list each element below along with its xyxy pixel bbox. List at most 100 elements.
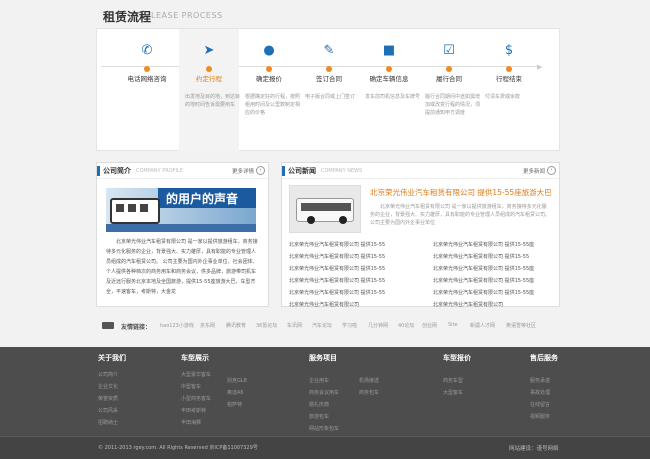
step-desc: 电子版合同或上门签订 — [305, 94, 356, 100]
footer-link[interactable]: 网站形象包车 — [309, 425, 339, 432]
friend-link[interactable]: 新疆人才网 — [470, 322, 495, 329]
footer-link[interactable]: 事故处理 — [530, 389, 550, 396]
step-6[interactable]: ☑ 履行合同 履行合同期间中途如需增加或改变行程的情况，须提前通知甲方调度 — [419, 29, 481, 151]
step-dot — [144, 66, 150, 72]
location-arrow-icon: ➤ — [203, 43, 215, 58]
news-item[interactable]: 北京荣光伟业汽车租赁有限公司 提供15-55 — [289, 289, 385, 296]
banner-strip — [106, 224, 256, 232]
friend-links: 友情链接： hao123小游戏 京东网 腾讯教育 36氪论坛 车讯网 汽车论坛 … — [96, 318, 560, 334]
news-item[interactable]: 北京荣光伟业汽车租赁有限公司 提供15-55 — [289, 277, 385, 284]
intro-title: 公司简介 — [103, 167, 131, 175]
footer-link[interactable]: 大型豪华客车 — [181, 371, 211, 378]
contract-icon: ✎ — [323, 43, 335, 58]
news-panel: 公司新闻 COMPANY NEWS 更多新闻 › 北京荣光伟业汽车租赁有限公司 … — [281, 162, 560, 308]
intro-more-link[interactable]: 更多详情 — [232, 167, 254, 175]
step-dot — [506, 66, 512, 72]
footer-link[interactable]: 旅游包车 — [309, 413, 329, 420]
footer-col-prices: 车型报价 商务车型 大型客车 — [443, 353, 471, 396]
friend-link[interactable]: 创业网 — [422, 322, 437, 329]
news-item[interactable]: 北京荣光伟业汽车租赁有限公司 提供15-55座 — [433, 241, 534, 248]
footer-link[interactable]: 商务会议用车 — [309, 389, 339, 396]
friend-link[interactable]: 40论坛 — [398, 322, 414, 329]
friend-link[interactable]: 36氪论坛 — [256, 322, 277, 329]
friend-link[interactable]: 英语雪帝社区 — [506, 322, 536, 329]
news-item[interactable]: 北京荣光伟业汽车租赁有限公司 — [433, 301, 503, 308]
footer-link[interactable]: 在线留言 — [530, 401, 550, 408]
news-headline[interactable]: 北京荣光伟业汽车租赁有限公司 提供15-55座旅游大巴 — [370, 187, 552, 198]
step-dot — [326, 66, 332, 72]
step-dot — [386, 66, 392, 72]
step-4[interactable]: ✎ 签订合同 电子版合同或上门签订 — [299, 29, 359, 151]
more-arrow-icon[interactable]: › — [256, 166, 265, 175]
footer-link[interactable]: 服务承诺 — [530, 377, 550, 384]
friend-link[interactable]: 车讯网 — [287, 322, 302, 329]
news-subtitle: COMPANY NEWS — [321, 168, 363, 174]
step-desc: 出发地及目的地，到达目的地时间告诉需要用车 — [185, 94, 241, 108]
phone-icon: ✆ — [141, 43, 153, 58]
news-item[interactable]: 北京荣光伟业汽车租赁有限公司 提供15-55座 — [433, 289, 534, 296]
news-item[interactable]: 北京荣光伟业汽车租赁有限公司 提供15-55 — [289, 241, 385, 248]
footer-link[interactable]: 帕萨特 — [227, 401, 242, 408]
footer-link[interactable]: 别克GL8 — [227, 377, 247, 384]
more-arrow-icon[interactable]: › — [547, 166, 556, 175]
footer-link[interactable]: 小型商务客车 — [181, 395, 211, 402]
site-builder-credit[interactable]: 网站建设：谨号网络 — [509, 444, 559, 452]
footer-heading: 服务项目 — [309, 354, 337, 362]
footer-link[interactable]: 公司风采 — [98, 407, 118, 414]
news-bus-image[interactable] — [289, 185, 361, 233]
footer-link[interactable]: 丰田考斯特 — [181, 407, 206, 414]
friend-link[interactable]: hao123小游戏 — [160, 322, 194, 329]
footer-link[interactable]: 机场接送 — [359, 377, 379, 384]
news-item[interactable]: 北京荣光伟业汽车租赁有限公司 提供15-55座 — [433, 277, 534, 284]
page: 租赁流程 LEASE PROCESS ▶ ✆ 电话网络咨询 ➤ 约定行程 出发地… — [0, 0, 650, 459]
footer-link[interactable]: 大型客车 — [443, 389, 463, 396]
friend-link[interactable]: 汽车论坛 — [312, 322, 332, 329]
bus-image — [296, 198, 354, 224]
checklist-icon: ☑ — [443, 43, 455, 58]
news-item[interactable]: 北京荣光伟业汽车租赁有限公司 提供15-55 — [289, 265, 385, 272]
friend-link[interactable]: 京东网 — [200, 322, 215, 329]
step-7[interactable]: $ 行程结束 付清车费或余款 — [479, 29, 539, 151]
news-item[interactable]: 北京荣光伟业汽车租赁有限公司 提供15-55座 — [433, 265, 534, 272]
step-desc: 发车前司机信息及车牌号 — [365, 94, 421, 100]
step-3[interactable]: ● 确定报价 根据确定好的行程，按照租用时间及公里数制定相应的价格 — [239, 29, 300, 151]
friend-link[interactable]: 几分钟网 — [368, 322, 388, 329]
footer-col-services: 服务项目 企业用车 商务会议用车 婚礼庆典 旅游包车 网站形象包车 机场接送 商… — [309, 353, 379, 432]
footer-col-aftersales: 售后服务 服务承诺 事故处理 在线留言 视频服务 — [530, 353, 558, 420]
footer-link[interactable]: 公司简介 — [98, 371, 118, 378]
footer-link[interactable]: 婚礼庆典 — [309, 401, 329, 408]
footer-link[interactable]: 视频服务 — [530, 413, 550, 420]
step-name: 约定行程 — [196, 75, 222, 83]
banner-text: 的用户的声音 — [166, 192, 239, 206]
footer-link[interactable]: 商务包车 — [359, 389, 379, 396]
copyright-bar: © 2011-2013 rgey.com. All Rights Reserve… — [0, 436, 650, 459]
friend-link[interactable]: Site — [448, 322, 458, 328]
step-5[interactable]: ■ 确定车辆信息 发车前司机信息及车牌号 — [359, 29, 421, 151]
footer-link[interactable]: 奥迪A6 — [227, 389, 244, 396]
footer-link[interactable]: 荣誉资质 — [98, 395, 118, 402]
footer-link[interactable]: 丰田海狮 — [181, 419, 201, 426]
footer-link[interactable]: 商务车型 — [443, 377, 463, 384]
footer-link[interactable]: 企业用车 — [309, 377, 329, 384]
footer-link[interactable]: 中型客车 — [181, 383, 201, 390]
banner-band: 的用户的声音 — [158, 188, 256, 208]
news-item[interactable]: 北京荣光伟业汽车租赁有限公司 提供15-55 — [433, 253, 529, 260]
wheel — [307, 216, 315, 224]
step-1[interactable]: ✆ 电话网络咨询 — [117, 29, 177, 151]
step-desc: 履行合同期间中途如需增加或改变行程的情况，须提前通知甲方调度 — [425, 94, 481, 116]
footer-heading: 关于我们 — [98, 354, 126, 362]
news-item[interactable]: 北京荣光伟业汽车租赁有限公司 提供15-55 — [289, 253, 385, 260]
news-item[interactable]: 北京荣光伟业汽车租赁有限公司 — [289, 301, 359, 308]
links-label: 友情链接： — [121, 324, 152, 331]
process-subtitle: LEASE PROCESS — [151, 11, 223, 20]
step-dot — [446, 66, 452, 72]
step-name: 行程结束 — [496, 75, 522, 83]
header-accent — [282, 166, 285, 176]
footer-link[interactable]: 招聘纳士 — [98, 419, 118, 426]
friend-link[interactable]: 腾讯教育 — [226, 322, 246, 329]
process-panel: ▶ ✆ 电话网络咨询 ➤ 约定行程 出发地及目的地，到达目的地时间告诉需要用车 … — [96, 28, 560, 151]
friend-link[interactable]: 学习啦 — [342, 322, 357, 329]
news-more-link[interactable]: 更多新闻 — [523, 167, 545, 175]
footer-link[interactable]: 企业文化 — [98, 383, 118, 390]
step-2[interactable]: ➤ 约定行程 出发地及目的地，到达目的地时间告诉需要用车 — [179, 29, 241, 151]
